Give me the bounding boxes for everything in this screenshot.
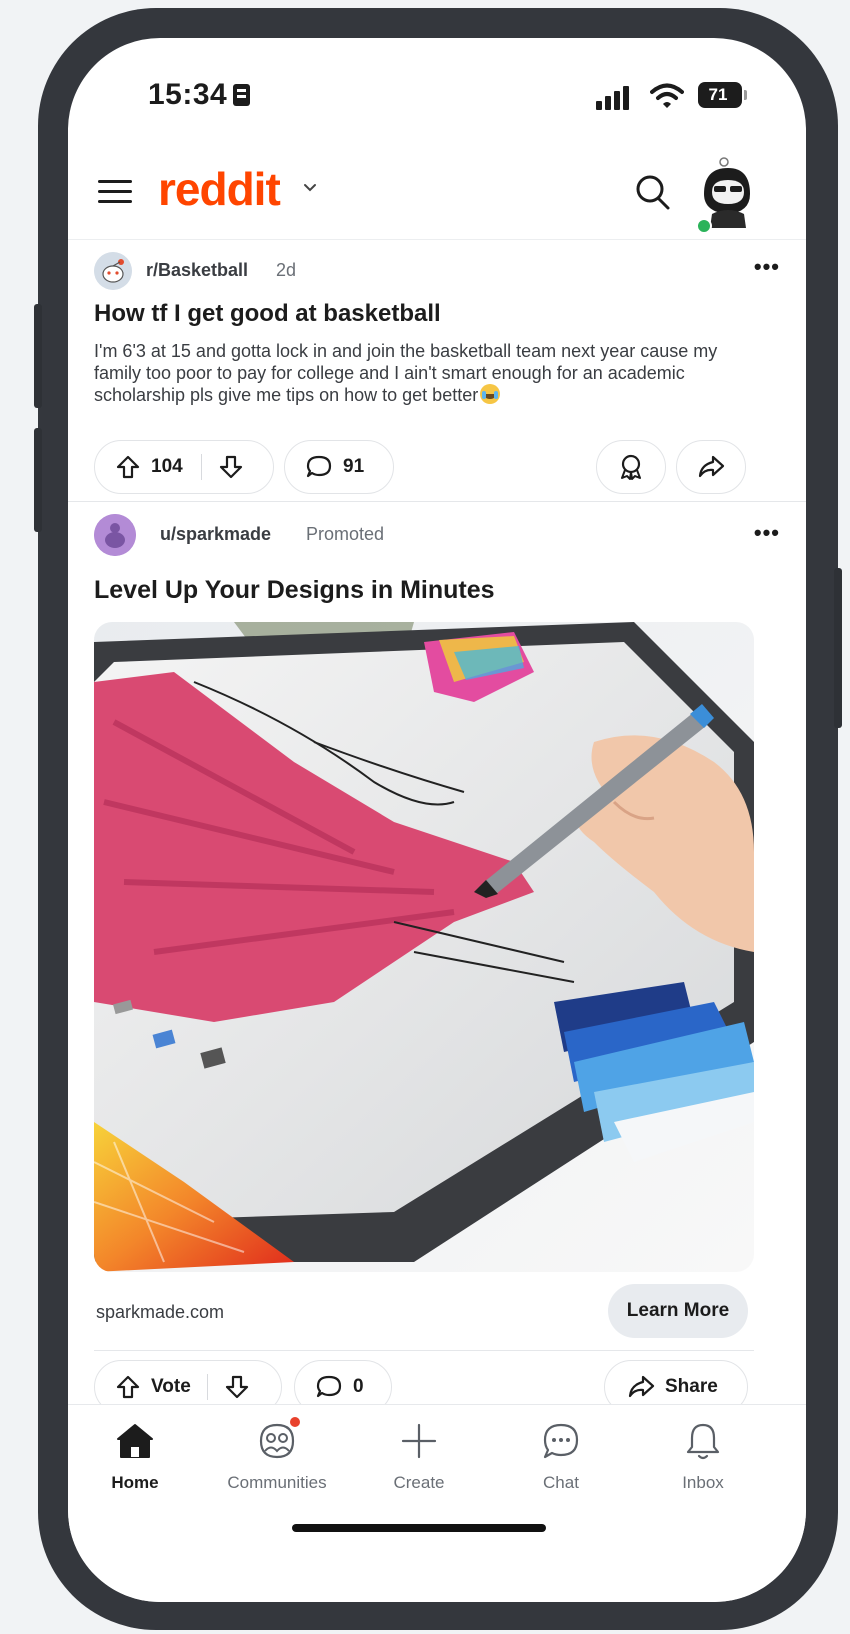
nav-home-label: Home	[111, 1473, 159, 1492]
promoted-label: Promoted	[306, 524, 385, 544]
phone-side-button	[34, 428, 42, 532]
battery-level: 71	[708, 85, 728, 104]
reddit-logo[interactable]: reddit	[158, 162, 281, 216]
award-icon	[621, 454, 641, 480]
crying-emoji-icon	[480, 384, 501, 404]
bell-icon	[686, 1423, 720, 1460]
post-body[interactable]: I'm 6'3 at 15 and gotta lock in and join…	[94, 340, 744, 406]
app-header: reddit	[68, 148, 806, 240]
online-indicator	[696, 218, 712, 234]
nav-chat-label: Chat	[543, 1473, 579, 1492]
snoo-avatar-icon	[94, 252, 132, 290]
nav-inbox-label: Inbox	[682, 1473, 724, 1492]
upvote-icon[interactable]	[115, 1374, 141, 1400]
phone-power-button	[834, 568, 842, 728]
post-body-text: I'm 6'3 at 15 and gotta lock in and join…	[94, 341, 718, 405]
nav-inbox[interactable]: Inbox	[638, 1419, 768, 1493]
post-age: 2d	[276, 260, 297, 280]
share-icon	[698, 455, 725, 478]
notification-dot	[288, 1415, 302, 1429]
ad-image[interactable]	[94, 622, 754, 1272]
advertiser-avatar[interactable]	[94, 514, 136, 556]
downvote-icon[interactable]	[224, 1374, 250, 1400]
vote-count: 104	[151, 456, 183, 477]
nav-create-label: Create	[393, 1473, 445, 1492]
status-time: 15:34	[148, 78, 251, 112]
learn-more-button[interactable]: Learn More	[608, 1284, 748, 1338]
downvote-icon[interactable]	[218, 454, 244, 480]
share-button[interactable]	[676, 440, 746, 494]
divider	[94, 1350, 754, 1351]
share-icon	[628, 1375, 655, 1398]
award-button[interactable]	[596, 440, 666, 494]
home-indicator[interactable]	[292, 1524, 546, 1532]
comment-count: 0	[353, 1376, 364, 1397]
chevron-down-icon[interactable]	[302, 180, 318, 196]
promoted-post-card[interactable]: u/sparkmade Promoted ••• Level Up Your D…	[68, 502, 806, 1424]
post-card[interactable]: r/Basketball 2d ••• How tf I get good at…	[68, 240, 806, 502]
nav-create[interactable]: Create	[354, 1419, 484, 1493]
signal-icon	[596, 86, 636, 110]
app-screen: 15:34 71 reddit r/Basketball 2d ••• How …	[68, 38, 806, 1602]
phone-side-button	[34, 304, 42, 408]
menu-icon[interactable]	[98, 178, 132, 206]
bottom-navigation: Home Communities Create Chat Inbox	[68, 1404, 806, 1602]
comments-button[interactable]: 91	[284, 440, 394, 494]
sim-icon	[233, 84, 251, 106]
comment-icon	[316, 1375, 342, 1398]
ad-domain[interactable]: sparkmade.com	[96, 1302, 224, 1323]
wifi-icon	[650, 83, 684, 108]
nav-communities[interactable]: Communities	[212, 1415, 342, 1493]
chat-icon	[543, 1423, 579, 1459]
post-title[interactable]: How tf I get good at basketball	[94, 300, 441, 328]
vote-control: 104	[94, 440, 274, 494]
comment-icon	[306, 455, 332, 478]
subreddit-name[interactable]: r/Basketball	[146, 260, 248, 281]
search-icon[interactable]	[634, 172, 672, 212]
more-options-icon[interactable]: •••	[754, 254, 780, 280]
more-options-icon[interactable]: •••	[754, 520, 780, 546]
vote-label: Vote	[151, 1376, 191, 1397]
nav-home[interactable]: Home	[70, 1419, 200, 1493]
battery-icon: 71	[698, 82, 747, 108]
ad-title[interactable]: Level Up Your Designs in Minutes	[94, 576, 495, 605]
plus-icon	[401, 1423, 437, 1459]
nav-chat[interactable]: Chat	[496, 1419, 626, 1493]
subreddit-avatar[interactable]	[94, 252, 132, 290]
tablet-drawing-illustration	[94, 622, 754, 1272]
home-icon	[117, 1424, 153, 1458]
vote-divider	[200, 454, 202, 480]
status-bar: 15:34 71	[68, 38, 806, 148]
snoo-avatar-icon	[94, 514, 136, 556]
vote-divider	[206, 1374, 208, 1400]
comment-count: 91	[343, 456, 365, 477]
nav-communities-label: Communities	[227, 1473, 327, 1492]
share-label: Share	[665, 1376, 718, 1397]
upvote-icon[interactable]	[115, 454, 141, 480]
advertiser-name[interactable]: u/sparkmade	[160, 524, 271, 545]
